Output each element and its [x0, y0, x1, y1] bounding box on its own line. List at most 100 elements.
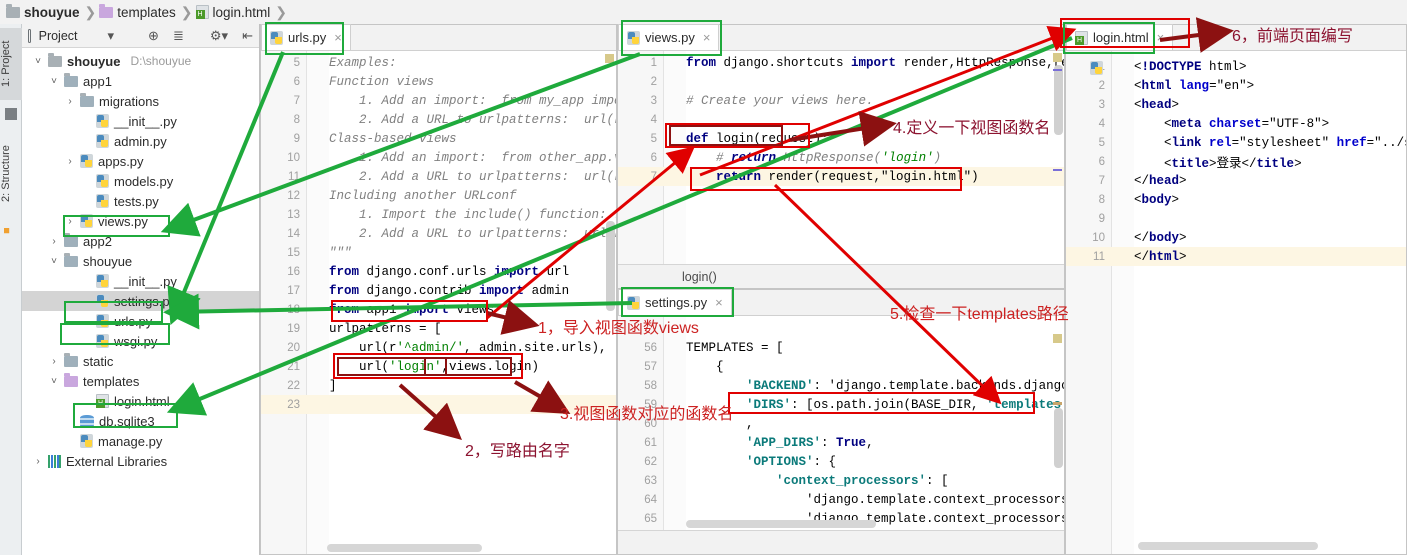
vertical-scrollbar[interactable] — [1054, 408, 1063, 468]
chevron-right-icon: ❯ — [180, 3, 193, 20]
tree-item--init-py[interactable]: __init__.py — [22, 111, 259, 131]
chevron-right-icon[interactable]: › — [33, 456, 43, 467]
horizontal-scrollbar[interactable] — [327, 544, 482, 552]
tree-item-label: External Libraries — [66, 453, 168, 469]
views-breadcrumb[interactable]: login() — [618, 264, 1064, 288]
line-text: Class-based views — [329, 131, 457, 146]
line-text: Examples: — [329, 55, 397, 70]
tree-item-tests-py[interactable]: tests.py — [22, 191, 259, 211]
line-number: 6 — [1098, 155, 1105, 168]
folder-icon — [6, 3, 20, 18]
annotation-note-3: 3.视图函数对应的函数名 — [560, 406, 734, 423]
py-file-icon — [96, 134, 109, 148]
code-line: 57 { — [618, 357, 1064, 376]
tree-item-migrations[interactable]: › migrations — [22, 91, 259, 111]
line-text: # Create your views here. — [686, 93, 874, 108]
tree-item-static[interactable]: › static — [22, 351, 259, 371]
highlight-box-def-login-inner — [669, 125, 783, 146]
sidebar-tab-label: 2: Structure — [0, 145, 12, 203]
line-text: 1. Add an import: from my_app import vie… — [359, 93, 616, 108]
tree-item-app1[interactable]: ˅ app1 — [22, 71, 259, 91]
line-number: 4 — [650, 113, 657, 126]
chevron-right-icon: ❯ — [275, 3, 288, 20]
line-number: 5 — [1098, 136, 1105, 149]
chevron-right-icon[interactable]: › — [49, 236, 59, 247]
chevron-right-icon[interactable]: › — [49, 356, 59, 367]
locate-icon[interactable]: ⊕ — [148, 28, 159, 43]
project-strip-icon — [5, 108, 17, 120]
line-text: """ — [329, 245, 352, 260]
code-line: 4 <meta charset="UTF-8"> — [1066, 114, 1406, 133]
breadcrumb-item-shouyue[interactable]: shouyue — [6, 3, 82, 20]
sidebar-tab-structure[interactable]: 2: Structure — [0, 128, 22, 220]
chevron-right-icon[interactable]: › — [65, 96, 75, 107]
tree-item-templates[interactable]: ˅ templates — [22, 371, 259, 391]
breadcrumb-function-label: login() — [682, 269, 717, 284]
project-view-icon[interactable] — [28, 28, 31, 43]
tree-item-external-libraries[interactable]: › External Libraries — [22, 451, 259, 471]
line-text: <link rel="stylesheet" href="../static/ — [1134, 135, 1406, 150]
code-line: 10 1. Add an import: from other_app.view… — [261, 148, 616, 167]
chevron-down-icon[interactable]: ˅ — [49, 376, 59, 387]
chevron-right-icon[interactable]: › — [65, 156, 75, 167]
code-line: 61 'APP_DIRS': True, — [618, 433, 1064, 452]
tree-item-manage-py[interactable]: manage.py — [22, 431, 259, 451]
horizontal-scrollbar[interactable] — [686, 520, 876, 528]
chevron-down-icon[interactable]: ▾ — [108, 28, 115, 43]
py-file-icon — [96, 194, 109, 208]
tree-item--init-py[interactable]: __init__.py — [22, 271, 259, 291]
line-number: 8 — [1098, 193, 1105, 206]
line-number: 1 — [1066, 61, 1112, 73]
vertical-scrollbar[interactable] — [606, 221, 615, 311]
tree-item-shouyue[interactable]: ˅ shouyue D:\shouyue — [22, 51, 259, 71]
chevron-down-icon[interactable]: ˅ — [49, 76, 59, 87]
code-line: 2 <html lang="en"> — [1066, 76, 1406, 95]
tree-item-label: templates — [83, 373, 140, 389]
code-area-settings[interactable]: 56 TEMPLATES = [57 {58 'BACKEND': 'django… — [618, 316, 1064, 554]
breadcrumb-label: templates — [117, 4, 176, 20]
highlight-box-tab-settings — [621, 287, 734, 317]
breadcrumb-item-templates[interactable]: templates — [99, 3, 178, 20]
highlight-box-import-views — [331, 300, 488, 322]
line-number: 4 — [1098, 117, 1105, 130]
line-number: 5 — [293, 56, 300, 69]
highlight-box-tree-views-py — [63, 215, 170, 237]
tree-item-models-py[interactable]: models.py — [22, 171, 259, 191]
line-text: 'context_processors': [ — [776, 473, 949, 488]
code-line: 2 — [618, 72, 1064, 91]
py-run-icon[interactable] — [1090, 59, 1103, 77]
line-number: 21 — [287, 360, 300, 373]
line-text: <meta charset="UTF-8"> — [1134, 116, 1330, 131]
tool-window-strip: 1: Project 2: Structure — [0, 24, 22, 555]
py-file-icon — [96, 114, 109, 128]
highlight-box-tree-login-html — [73, 403, 178, 428]
gear-icon[interactable]: ⚙▾ — [210, 28, 228, 43]
line-text: urlpatterns = [ — [329, 321, 442, 336]
breadcrumb-item-login-html[interactable]: login.html — [195, 4, 273, 20]
py-file-icon — [80, 154, 93, 168]
line-number: 17 — [287, 284, 300, 297]
editor-views-py: views.py × 1 from django.shortcuts import… — [617, 24, 1065, 289]
line-text: ] — [329, 378, 337, 393]
chevron-down-icon[interactable]: ˅ — [33, 56, 43, 67]
tree-item-shouyue[interactable]: ˅ shouyue — [22, 251, 259, 271]
line-number: 3 — [650, 94, 657, 107]
tree-item-admin-py[interactable]: admin.py — [22, 131, 259, 151]
tree-item-label: app1 — [83, 73, 112, 89]
chevron-down-icon[interactable]: ˅ — [49, 256, 59, 267]
horizontal-scrollbar[interactable] — [1138, 542, 1318, 550]
project-panel-title: Project — [38, 28, 78, 43]
line-number: 7 — [650, 170, 657, 183]
code-line: 13 1. Import the include() function: fro… — [261, 205, 616, 224]
module-icon — [80, 92, 94, 107]
html-file-icon — [195, 5, 209, 19]
breadcrumb-label: login.html — [212, 4, 271, 20]
code-area-login-html[interactable]: 1 <!DOCTYPE html> 2 <html lang="en"> 3 <head>… — [1066, 51, 1406, 554]
sidebar-tab-project[interactable]: 1: Project — [0, 28, 22, 100]
line-number: 22 — [287, 379, 300, 392]
vertical-scrollbar[interactable] — [1054, 65, 1063, 135]
hide-icon[interactable]: ⇤ — [242, 28, 253, 43]
tree-item-apps-py[interactable]: › apps.py — [22, 151, 259, 171]
collapse-all-icon[interactable]: ≣ — [173, 28, 184, 43]
editor-marker — [605, 54, 614, 63]
